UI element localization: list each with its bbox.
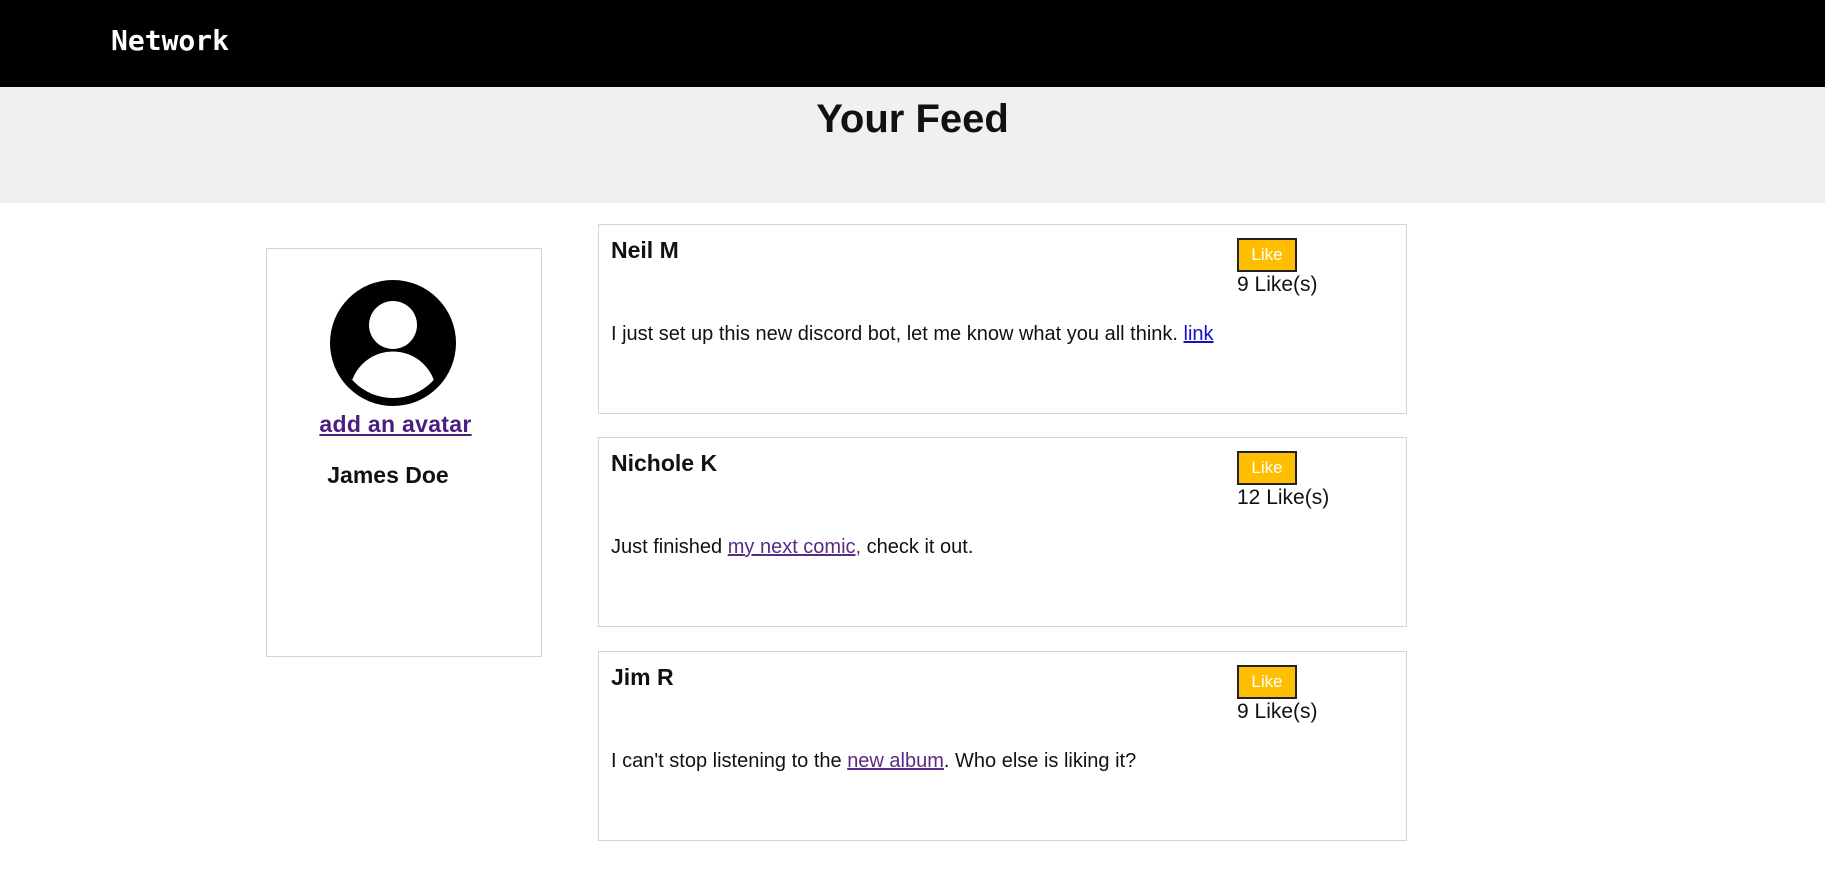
post-link[interactable]: new album <box>847 750 944 772</box>
post-card: Jim R Like 9 Like(s) I can't stop listen… <box>598 651 1407 841</box>
post-card: Neil M Like 9 Like(s) I just set up this… <box>598 224 1407 414</box>
profile-card: add an avatar James Doe <box>266 248 542 657</box>
page-title: Your Feed <box>816 97 1009 141</box>
profile-name: James Doe <box>327 462 449 488</box>
post-author[interactable]: Neil M <box>611 237 679 264</box>
like-button[interactable]: Like <box>1237 451 1297 485</box>
brand-logo[interactable]: Network <box>111 24 229 57</box>
like-count: 12 Like(s) <box>1237 486 1330 509</box>
post-body: I can't stop listening to the new album.… <box>611 750 1136 773</box>
post-text: I just set up this new discord bot, let … <box>611 323 1184 345</box>
post-text: check it out. <box>861 536 974 558</box>
user-avatar-icon <box>330 280 456 406</box>
like-count: 9 Like(s) <box>1237 700 1318 723</box>
add-avatar-link[interactable]: add an avatar <box>267 411 524 438</box>
post-author[interactable]: Nichole K <box>611 450 717 477</box>
page-header: Your Feed <box>0 87 1825 203</box>
like-button[interactable]: Like <box>1237 665 1297 699</box>
like-count: 9 Like(s) <box>1237 273 1318 296</box>
post-text: . Who else is liking it? <box>943 750 1137 772</box>
post-text: Just finished <box>611 536 728 558</box>
post-card: Nichole K Like 12 Like(s) Just finished … <box>598 437 1407 627</box>
post-link[interactable]: link <box>1184 323 1214 345</box>
post-link[interactable]: my next comic, <box>728 536 861 558</box>
post-body: Just finished my next comic, check it ou… <box>611 536 973 559</box>
post-body: I just set up this new discord bot, let … <box>611 323 1214 346</box>
post-author[interactable]: Jim R <box>611 664 674 691</box>
top-navbar: Network <box>0 0 1825 87</box>
post-text: I can't stop listening to the <box>611 750 848 772</box>
like-button[interactable]: Like <box>1237 238 1297 272</box>
